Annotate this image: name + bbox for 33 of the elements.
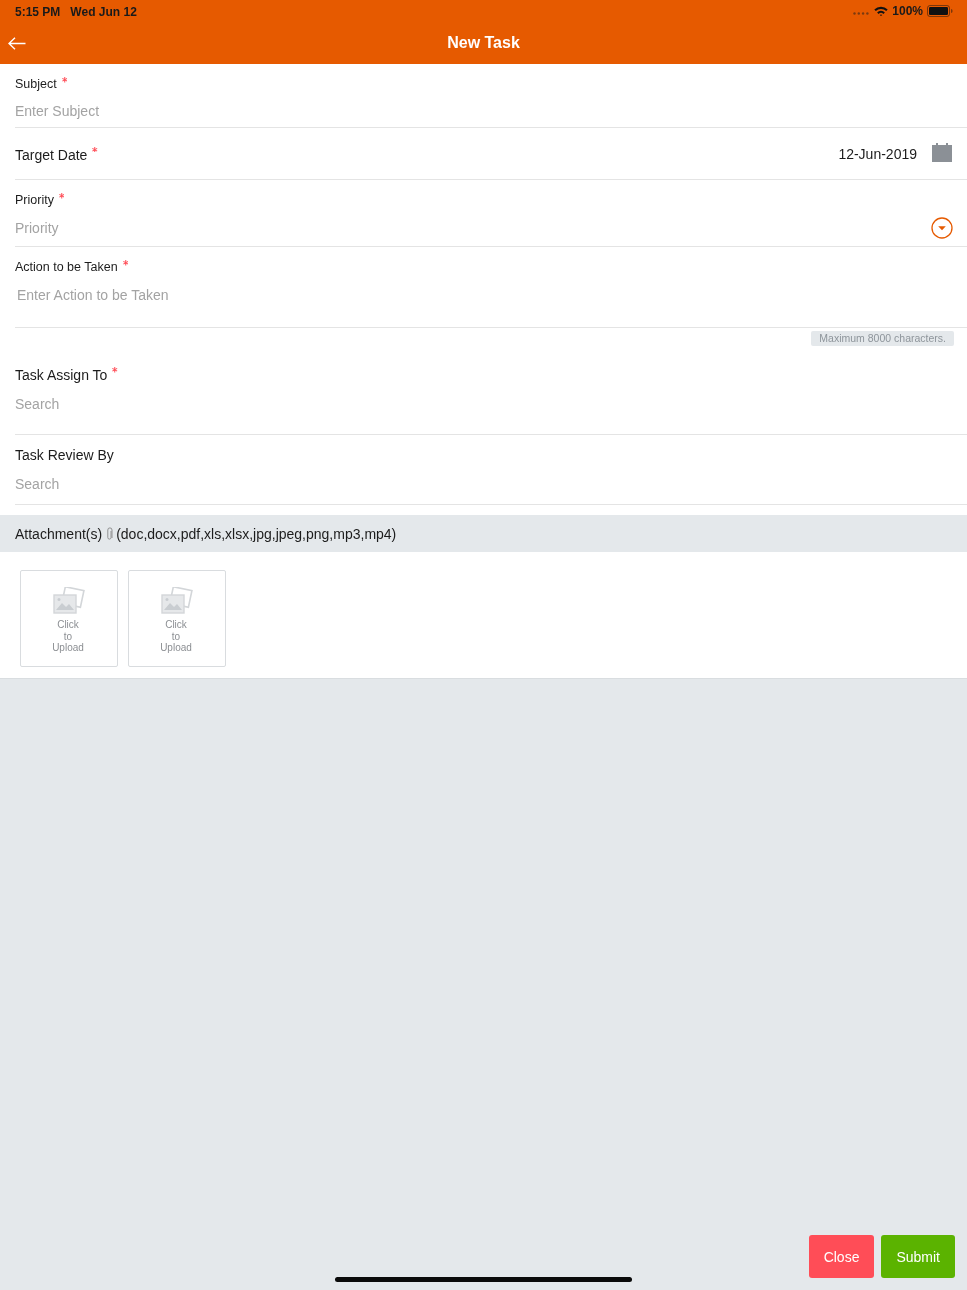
- dropdown-icon[interactable]: [931, 217, 953, 239]
- priority-select-field[interactable]: Priority: [15, 216, 923, 240]
- paperclip-icon: [106, 526, 114, 541]
- review-search-field[interactable]: Search: [15, 472, 952, 496]
- upload-tile[interactable]: Click to Upload: [128, 570, 226, 667]
- field-label: Action to be Taken: [15, 259, 118, 275]
- battery-percent: 100%: [892, 4, 923, 18]
- date-value[interactable]: 12-Jun-2019: [838, 145, 917, 162]
- text-field[interactable]: Enter Subject: [15, 99, 952, 123]
- battery-icon: [927, 5, 953, 17]
- file-formats-text: (doc,docx,pdf,xls,xlsx,jpg,jpeg,png,mp3,mp4): [116, 525, 397, 542]
- field-label: Subject: [15, 76, 57, 92]
- status-date: Wed Jun 12: [70, 4, 137, 19]
- field-label: Task Assign To: [15, 366, 108, 384]
- close-button[interactable]: Close: [808, 1235, 875, 1278]
- attachments-label: Attachment(s): [15, 525, 103, 542]
- upload-tile[interactable]: Click to Upload: [20, 570, 118, 667]
- max-characters-hint: Maximum 8000 characters.: [811, 331, 954, 346]
- field-label: Task Review By: [15, 446, 114, 464]
- arrow-left-icon: [8, 36, 26, 50]
- calendar-icon[interactable]: [932, 142, 952, 162]
- field-label: Priority: [15, 192, 54, 208]
- status-time: 5:15 PM: [15, 4, 61, 19]
- photos-icon: [161, 587, 193, 615]
- photos-icon: [53, 587, 85, 615]
- field-label: Target Date: [15, 145, 88, 164]
- page-title: New Task: [447, 34, 520, 52]
- submit-button[interactable]: Submit: [881, 1235, 955, 1278]
- back-button[interactable]: [6, 34, 28, 52]
- assign-search-field[interactable]: Search: [15, 392, 952, 416]
- wifi-icon: [874, 6, 889, 16]
- signal-dots-icon: [853, 12, 870, 15]
- action-textarea[interactable]: Enter Action to be Taken: [15, 283, 952, 325]
